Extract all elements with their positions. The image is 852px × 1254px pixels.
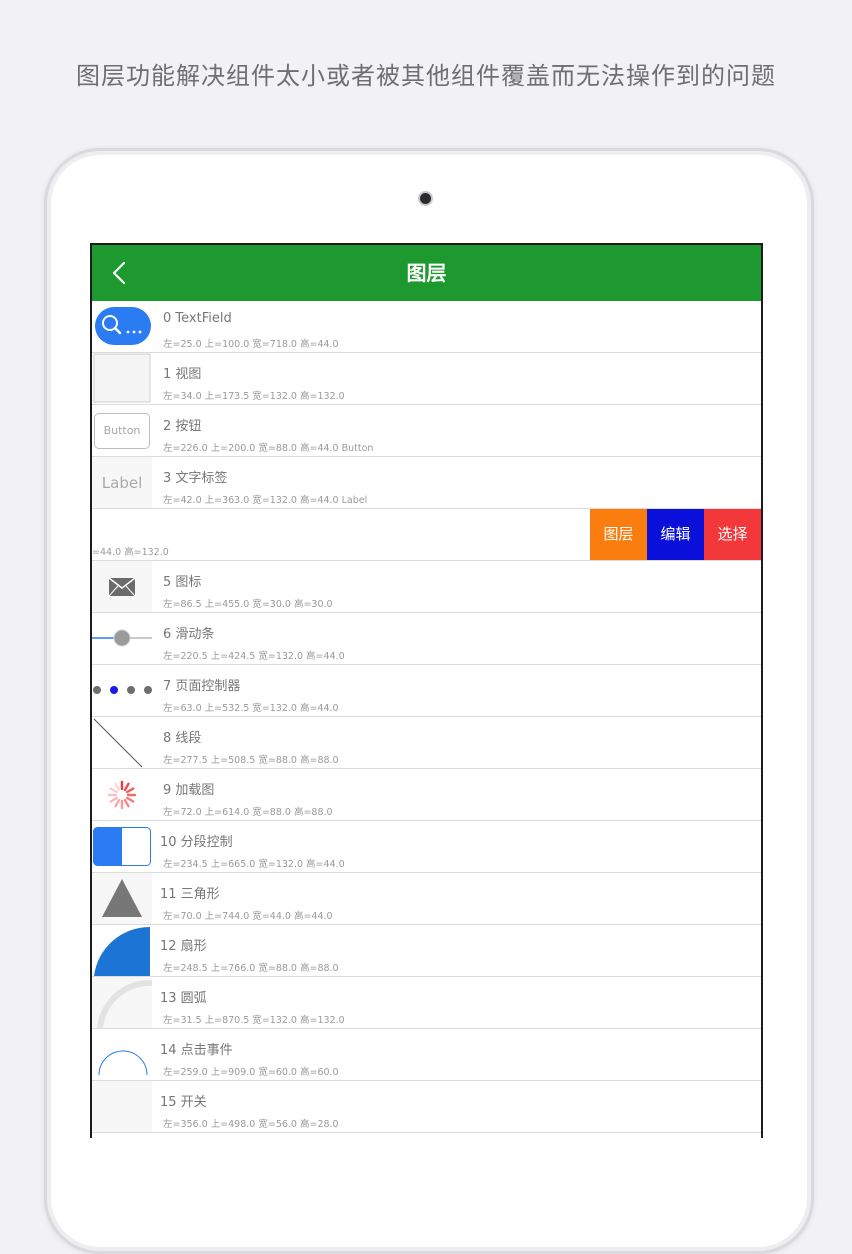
- layer-title: 9 加载图: [163, 783, 215, 798]
- app-screen: 图层 0 TextField 左=25.0 上=100.0 宽=718.0 高=…: [90, 243, 763, 1138]
- layer-row-segmented[interactable]: 10 分段控制 左=234.5 上=665.0 宽=132.0 高=44.0: [92, 821, 761, 873]
- layer-frame: 左=356.0 上=498.0 宽=56.0 高=28.0: [163, 1119, 339, 1130]
- thumb-label: Label: [92, 457, 152, 508]
- spinner-icon: [107, 780, 137, 809]
- thumb-spinner: [92, 769, 152, 820]
- thumb-search-field: [92, 301, 152, 352]
- layer-row-swiped[interactable]: =44.0 高=132.0 图层 编辑 选择: [92, 509, 761, 561]
- layer-title: 0 TextField: [163, 311, 232, 326]
- layer-title: 1 视图: [163, 367, 202, 382]
- edit-action-button[interactable]: 编辑: [647, 509, 704, 560]
- layer-title: 11 三角形: [160, 887, 220, 902]
- layer-row-tap-event[interactable]: 14 点击事件 左=259.0 上=909.0 宽=60.0 高=60.0: [92, 1029, 761, 1081]
- thumb-icon: [92, 561, 152, 612]
- layer-row-line[interactable]: 8 线段 左=277.5 上=508.5 宽=88.0 高=88.0: [92, 717, 761, 769]
- mail-icon: [108, 576, 136, 596]
- thumb-line: [92, 717, 152, 768]
- thumb-button: Button: [92, 405, 152, 456]
- swipe-actions: 图层 编辑 选择: [590, 509, 761, 560]
- layer-title: 12 扇形: [160, 939, 207, 954]
- thumb-circle: [92, 1029, 152, 1080]
- layer-row-slider[interactable]: 6 滑动条 左=220.5 上=424.5 宽=132.0 高=44.0: [92, 613, 761, 665]
- layer-frame: 左=220.5 上=424.5 宽=132.0 高=44.0: [163, 651, 345, 662]
- back-button[interactable]: [104, 257, 134, 289]
- layer-frame: 左=248.5 上=766.0 宽=88.0 高=88.0: [163, 963, 339, 974]
- layer-row-label[interactable]: Label 3 文字标签 左=42.0 上=363.0 宽=132.0 高=44…: [92, 457, 761, 509]
- navigation-bar: 图层: [92, 245, 761, 301]
- layer-row-textfield[interactable]: 0 TextField 左=25.0 上=100.0 宽=718.0 高=44.…: [92, 301, 761, 353]
- layer-frame: 左=31.5 上=870.5 宽=132.0 高=132.0: [163, 1015, 345, 1026]
- select-action-button[interactable]: 选择: [704, 509, 761, 560]
- thumb-arc: [92, 977, 152, 1028]
- layer-frame: 左=259.0 上=909.0 宽=60.0 高=60.0: [163, 1067, 339, 1078]
- chevron-left-icon: [112, 261, 126, 285]
- layer-frame: 左=63.0 上=532.5 宽=132.0 高=44.0: [163, 703, 339, 714]
- layer-row-button[interactable]: Button 2 按钮 左=226.0 上=200.0 宽=88.0 高=44.…: [92, 405, 761, 457]
- thumb-sector: [92, 925, 152, 976]
- label-preview-text: Label: [101, 473, 143, 492]
- thumb-view: [92, 353, 152, 404]
- layer-row-sector[interactable]: 12 扇形 左=248.5 上=766.0 宽=88.0 高=88.0: [92, 925, 761, 977]
- layer-title: 7 页面控制器: [163, 679, 241, 694]
- layer-action-button[interactable]: 图层: [590, 509, 647, 560]
- layer-frame: =44.0 高=132.0: [92, 547, 169, 558]
- layer-row-spinner[interactable]: 9 加载图 左=72.0 上=614.0 宽=88.0 高=88.0: [92, 769, 761, 821]
- layer-title: 2 按钮: [163, 419, 202, 434]
- layer-title: 14 点击事件: [160, 1043, 233, 1058]
- layer-frame: 左=34.0 上=173.5 宽=132.0 高=132.0: [163, 391, 345, 402]
- layer-row-switch[interactable]: 15 开关 左=356.0 上=498.0 宽=56.0 高=28.0: [92, 1081, 761, 1133]
- page-title: 图层: [406, 261, 447, 285]
- layer-frame: 左=234.5 上=665.0 宽=132.0 高=44.0: [163, 859, 345, 870]
- layer-row-arc[interactable]: 13 圆弧 左=31.5 上=870.5 宽=132.0 高=132.0: [92, 977, 761, 1029]
- layer-frame: 左=42.0 上=363.0 宽=132.0 高=44.0 Label: [163, 495, 368, 506]
- layer-title: 3 文字标签: [163, 471, 228, 486]
- thumb-triangle: [92, 873, 152, 924]
- thumb-slider: [92, 613, 152, 664]
- layer-title: 8 线段: [163, 731, 202, 746]
- layer-title: 15 开关: [160, 1095, 207, 1110]
- layer-title: 10 分段控制: [160, 835, 233, 850]
- layer-frame: 左=72.0 上=614.0 宽=88.0 高=88.0: [163, 807, 333, 818]
- layer-row-triangle[interactable]: 11 三角形 左=70.0 上=744.0 宽=44.0 高=44.0: [92, 873, 761, 925]
- layer-row-view[interactable]: 1 视图 左=34.0 上=173.5 宽=132.0 高=132.0: [92, 353, 761, 405]
- layer-title: 5 图标: [163, 575, 202, 590]
- layer-title: 13 圆弧: [160, 991, 207, 1006]
- camera-dot: [420, 193, 431, 204]
- layer-row-icon[interactable]: 5 图标 左=86.5 上=455.0 宽=30.0 高=30.0: [92, 561, 761, 613]
- button-preview-label: Button: [94, 412, 150, 449]
- thumb-segmented: [92, 821, 152, 872]
- layer-frame: 左=70.0 上=744.0 宽=44.0 高=44.0: [163, 911, 333, 922]
- layer-title: 6 滑动条: [163, 627, 215, 642]
- page-caption: 图层功能解决组件太小或者被其他组件覆盖而无法操作到的问题: [76, 62, 776, 90]
- layer-frame: 左=25.0 上=100.0 宽=718.0 高=44.0: [163, 339, 339, 350]
- layer-frame: 左=226.0 上=200.0 宽=88.0 高=44.0 Button: [163, 443, 374, 454]
- thumb-page-control: [92, 665, 152, 716]
- layer-row-page-control[interactable]: 7 页面控制器 左=63.0 上=532.5 宽=132.0 高=44.0: [92, 665, 761, 717]
- thumb-switch: [92, 1081, 152, 1132]
- layer-list: 0 TextField 左=25.0 上=100.0 宽=718.0 高=44.…: [92, 301, 761, 1133]
- layer-frame: 左=277.5 上=508.5 宽=88.0 高=88.0: [163, 755, 339, 766]
- layer-frame: 左=86.5 上=455.0 宽=30.0 高=30.0: [163, 599, 333, 610]
